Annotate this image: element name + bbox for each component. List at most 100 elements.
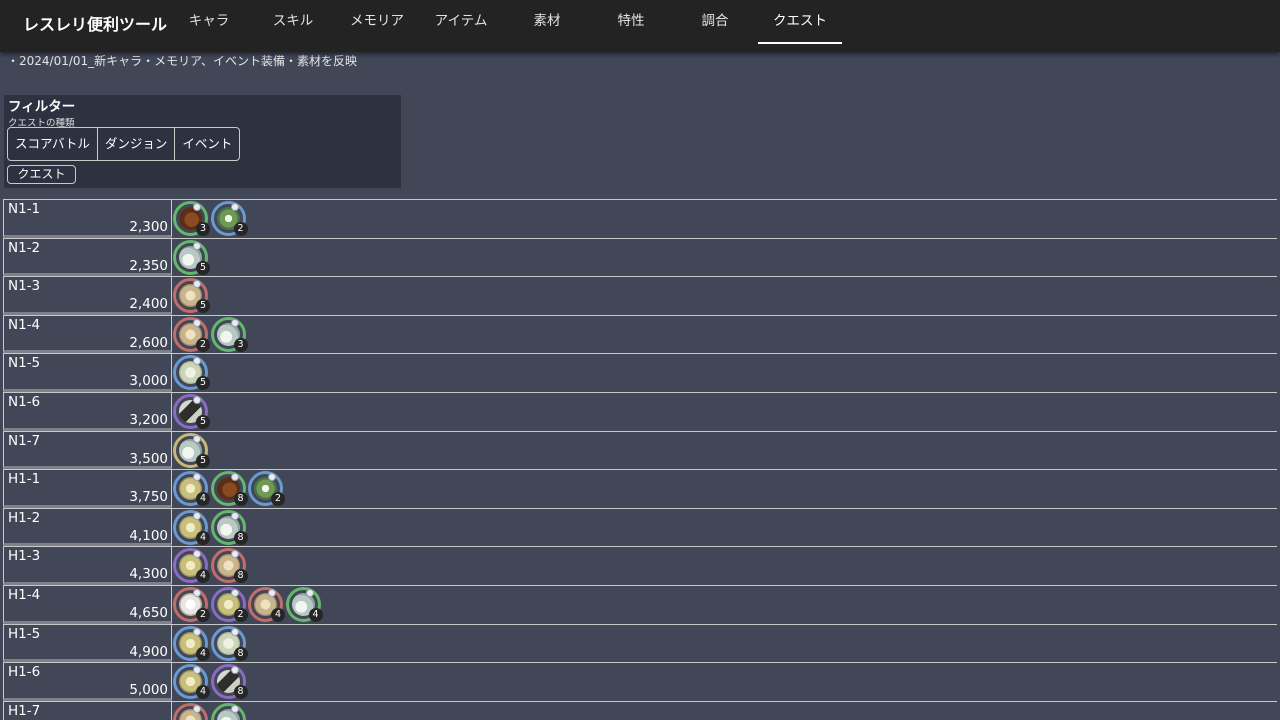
quest-row: H1-5 4,900 4 8	[3, 623, 1277, 663]
material-drop[interactable]: 5	[172, 432, 210, 469]
material-drop[interactable]	[172, 702, 210, 720]
filter-event-button[interactable]: イベント	[174, 128, 239, 160]
quest-info-cell: H1-5 4,900	[3, 624, 172, 663]
nav-tab-trait[interactable]: 特性	[589, 0, 673, 44]
material-drop[interactable]: 8	[210, 509, 248, 546]
drop-count-badge: 2	[196, 607, 210, 622]
sparkle-icon	[193, 473, 201, 482]
material-drop[interactable]: 5	[172, 393, 210, 430]
material-drop[interactable]: 4	[247, 586, 285, 623]
quest-row: N1-1 2,300 3 2	[3, 199, 1277, 238]
quest-row: H1-6 5,000 4 8	[3, 662, 1277, 701]
nav-tab-skill[interactable]: スキル	[251, 0, 335, 44]
quest-info-cell: N1-1 2,300	[3, 200, 172, 238]
nav-tab-alchemy[interactable]: 調合	[673, 0, 757, 44]
material-pale-leaf-icon	[210, 702, 246, 720]
quest-name: H1-7	[8, 702, 41, 719]
nav-tab-memoria[interactable]: メモリア	[335, 0, 419, 44]
material-drop[interactable]: 2	[172, 316, 210, 353]
drop-count-badge: 8	[233, 492, 248, 507]
sparkle-icon	[268, 588, 276, 597]
material-drop[interactable]: 3	[210, 316, 248, 353]
drop-count-badge: 2	[271, 492, 285, 507]
material-drop[interactable]: 2	[247, 470, 285, 507]
drop-list: 48	[172, 663, 248, 700]
quest-table: N1-1 2,300 3 2 N1-2 2,350 5 N1-3 2,400 5 N1-4 2,600…	[3, 199, 1277, 720]
filter-quest-button[interactable]: クエスト	[7, 165, 76, 184]
sparkle-icon	[193, 511, 201, 520]
material-drop[interactable]: 4	[172, 470, 210, 507]
material-drop[interactable]: 2	[172, 586, 210, 623]
sparkle-icon	[268, 473, 276, 482]
quest-name: H1-4	[8, 586, 41, 603]
sparkle-icon	[193, 434, 201, 443]
sparkle-icon	[230, 473, 239, 482]
quest-row: H1-4 4,650 2 2 4 4	[3, 584, 1277, 624]
material-drop[interactable]	[210, 702, 248, 720]
sparkle-icon	[230, 627, 239, 636]
sparkle-icon	[230, 588, 239, 597]
material-drop[interactable]: 5	[172, 239, 210, 276]
filter-score-battle-button[interactable]: スコアバトル	[8, 128, 97, 160]
quest-score: 4,300	[129, 566, 168, 583]
drop-count-badge: 2	[196, 337, 210, 352]
drop-list: 48	[172, 625, 248, 662]
drop-count-badge: 2	[233, 607, 248, 622]
filter-dungeon-button[interactable]: ダンジョン	[96, 128, 175, 160]
quest-score: 2,300	[129, 219, 168, 235]
sparkle-icon	[193, 357, 201, 366]
quest-info-cell: N1-2 2,350	[3, 238, 172, 277]
drop-count-badge: 5	[196, 299, 210, 314]
drop-count-badge: 4	[196, 646, 210, 661]
quest-info-cell: N1-3 2,400	[3, 277, 172, 315]
drop-count-badge: 3	[196, 222, 210, 236]
material-drop[interactable]: 3	[172, 200, 210, 237]
material-drop[interactable]: 5	[172, 277, 210, 314]
material-drop[interactable]: 4	[172, 663, 210, 700]
quest-name: N1-7	[8, 432, 41, 449]
material-drop[interactable]: 2	[210, 586, 248, 623]
sparkle-icon	[305, 588, 314, 597]
material-drop[interactable]: 5	[172, 354, 210, 391]
material-drop[interactable]: 4	[285, 586, 323, 623]
quest-type-filter-group: スコアバトル ダンジョン イベント	[7, 127, 241, 161]
drop-list: 5	[172, 354, 210, 391]
material-drop[interactable]: 8	[210, 663, 248, 700]
quest-info-cell: H1-1 3,750	[3, 470, 172, 508]
nav-tab-item[interactable]: アイテム	[419, 0, 503, 44]
material-drop[interactable]: 4	[172, 509, 210, 546]
filter-title: フィルター	[8, 99, 76, 115]
drop-count-badge: 4	[196, 530, 210, 545]
drop-count-badge: 5	[196, 376, 210, 391]
drop-list: 4 8 2	[172, 470, 285, 507]
quest-score: 3,200	[129, 411, 168, 428]
drop-count-badge: 8	[233, 569, 248, 584]
drop-count-badge: 3	[233, 337, 248, 352]
nav-tab-quest[interactable]: クエスト	[758, 0, 842, 44]
nav-tab-material[interactable]: 素材	[505, 0, 589, 44]
quest-name: H1-5	[8, 625, 41, 642]
quest-row: N1-5 3,000 5	[3, 353, 1277, 392]
quest-name: H1-3	[8, 548, 41, 565]
material-drop[interactable]: 8	[210, 625, 248, 662]
update-notice: ・2024/01/01_新キャラ・メモリア、イベント装備・素材を反映	[7, 54, 357, 68]
filter-panel: フィルター クエストの種類 スコアバトル ダンジョン イベント クエスト	[4, 95, 401, 188]
material-drop[interactable]: 2	[210, 200, 248, 237]
quest-score: 2,400	[129, 296, 168, 313]
app-title[interactable]: レスレリ便利ツール	[23, 11, 167, 35]
quest-name: N1-1	[8, 201, 41, 217]
sparkle-icon	[193, 666, 201, 675]
drop-list: 48	[172, 509, 248, 546]
quest-score: 4,100	[129, 527, 168, 544]
material-drop[interactable]: 8	[210, 470, 248, 507]
material-drop[interactable]: 8	[210, 547, 248, 584]
quest-score: 5,000	[129, 682, 168, 699]
material-drop[interactable]: 4	[172, 625, 210, 662]
quest-info-cell: H1-4 4,650	[3, 585, 172, 624]
quest-row: N1-7 3,500 5	[3, 430, 1277, 470]
drop-count-badge: 4	[196, 685, 210, 700]
material-drop[interactable]: 4	[172, 547, 210, 584]
drop-count-badge: 4	[308, 607, 323, 622]
nav-tab-chara[interactable]: キャラ	[167, 0, 251, 44]
sparkle-icon	[230, 550, 239, 559]
